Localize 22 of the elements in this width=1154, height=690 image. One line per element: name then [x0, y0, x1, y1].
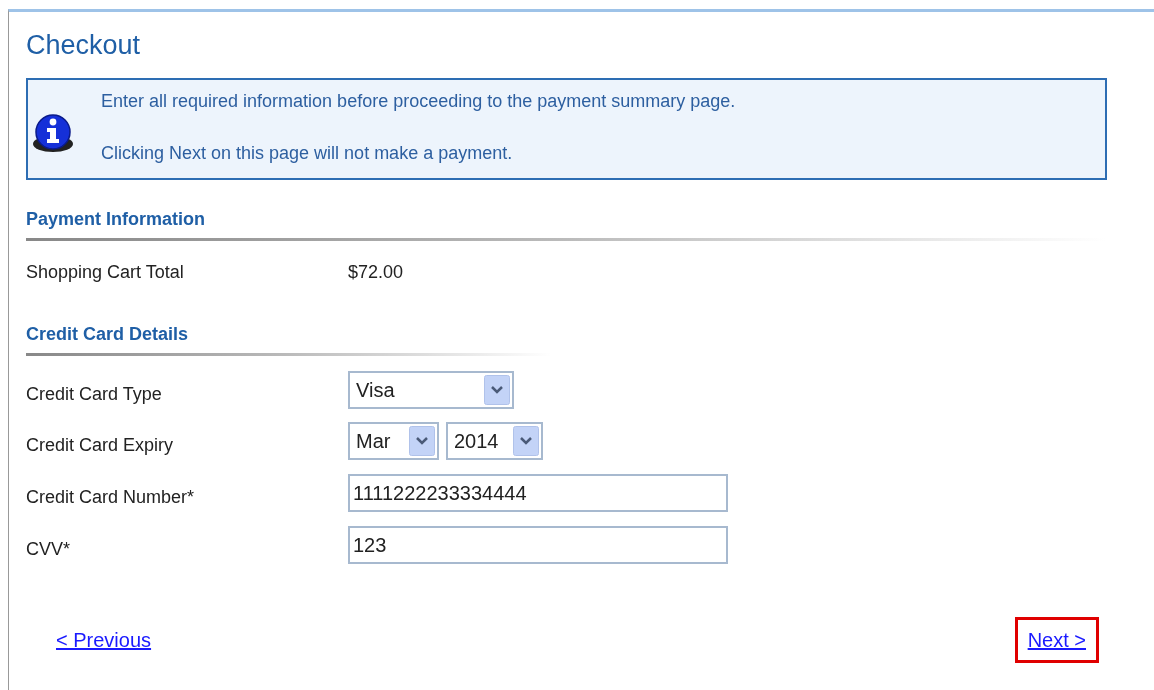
field-label: CVV* — [26, 539, 70, 559]
chevron-down-icon — [409, 426, 435, 456]
dropdown[interactable]: 2014 — [446, 422, 543, 460]
info-icon — [32, 113, 74, 153]
input-field[interactable]: 123 — [348, 526, 728, 564]
info-text: Clicking Next on this page will not make a payment. — [101, 142, 514, 164]
field-label: Credit Card Type — [26, 384, 162, 404]
nav-link[interactable]: Next > — [1014, 617, 1099, 663]
nav-link[interactable]: < Previous — [47, 617, 161, 663]
chevron-down-icon — [513, 426, 539, 456]
info-text: Enter all required information before proceeding to the payment summary page. — [101, 90, 736, 112]
total-value: $72.00 — [348, 261, 404, 283]
input-field[interactable]: 1111222233334444 — [348, 474, 728, 512]
section-heading: Credit Card Details — [26, 323, 189, 345]
page-title: Checkout — [26, 30, 141, 60]
field-label: Shopping Cart Total — [26, 262, 184, 282]
section-heading: Payment Information — [26, 208, 206, 230]
dropdown[interactable]: Mar — [348, 422, 439, 460]
field-label: Credit Card Expiry — [26, 435, 174, 455]
chevron-down-icon — [484, 375, 510, 405]
dropdown[interactable]: Visa — [348, 371, 514, 409]
field-label: Credit Card Number* — [26, 487, 195, 507]
